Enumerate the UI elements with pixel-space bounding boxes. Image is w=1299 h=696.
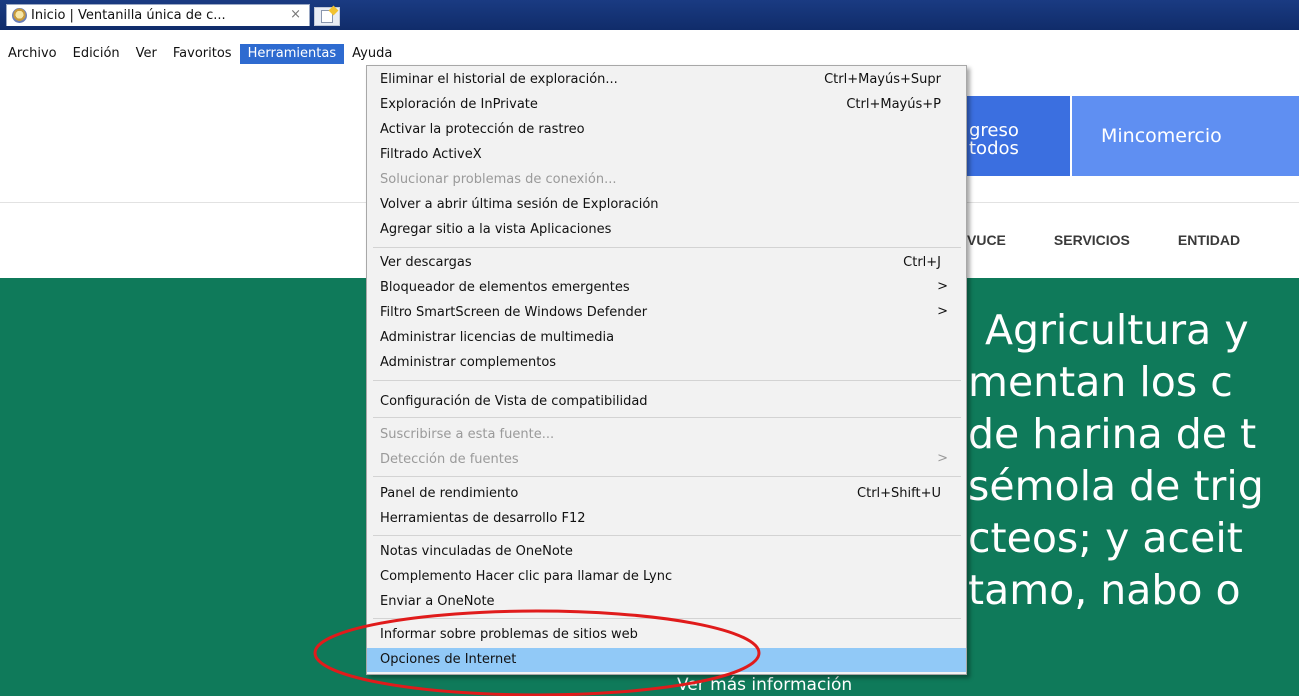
hero-text-line: cteos; y aceit [968,514,1243,562]
tab-title: Inicio | Ventanilla única de c... [31,8,226,23]
menu-item-lync-click-to-call[interactable]: Complemento Hacer clic para llamar de Ly… [367,565,966,589]
menu-item-onenote-notes[interactable]: Notas vinculadas de OneNote [367,540,966,564]
menu-item-label: Exploración de InPrivate [380,97,538,112]
menu-item-media-licenses[interactable]: Administrar licencias de multimedia [367,326,966,350]
mincomercio-label: Mincomercio [1101,125,1222,147]
title-bar: Inicio | Ventanilla única de c... × [0,0,1299,30]
menu-separator [373,247,961,248]
menu-item-label: Opciones de Internet [380,652,517,667]
menu-ver[interactable]: Ver [128,44,165,64]
menu-item-label: Agregar sitio a la vista Aplicaciones [380,222,612,237]
nav-vuce[interactable]: VUCE [967,232,1006,248]
more-info-link[interactable]: Ver más información [677,675,852,695]
submenu-arrow-icon: > [937,451,948,466]
menu-item-label: Enviar a OneNote [380,594,495,609]
menu-item-manage-addons[interactable]: Administrar complementos [367,351,966,375]
submenu-arrow-icon: > [937,304,948,319]
hero-text-line: sémola de trig [968,462,1264,510]
menu-item-tracking-protection[interactable]: Activar la protección de rastreo [367,118,966,142]
menu-item-label: Filtrado ActiveX [380,147,482,162]
menu-item-label: Complemento Hacer clic para llamar de Ly… [380,569,673,584]
menu-item-send-to-onenote[interactable]: Enviar a OneNote [367,590,966,614]
menu-item-reopen-session[interactable]: Volver a abrir última sesión de Explorac… [367,193,966,217]
menu-herramientas[interactable]: Herramientas [239,44,345,64]
menu-separator [373,476,961,477]
progreso-banner[interactable]: greso todos [967,96,1070,176]
menu-item-label: Administrar licencias de multimedia [380,330,615,345]
menu-item-f12-tools[interactable]: Herramientas de desarrollo F12 [367,507,966,531]
menu-item-inprivate[interactable]: Exploración de InPrivate Ctrl+Mayús+P [367,93,966,117]
menu-item-label: Notas vinculadas de OneNote [380,544,573,559]
menu-item-shortcut: Ctrl+Mayús+P [846,97,941,112]
menu-item-shortcut: Ctrl+Mayús+Supr [824,72,941,87]
menu-separator [373,417,961,418]
menu-ayuda[interactable]: Ayuda [344,44,400,64]
menu-item-label: Volver a abrir última sesión de Explorac… [380,197,659,212]
tools-menu: Eliminar el historial de exploración... … [366,65,967,675]
menu-separator [373,535,961,536]
menu-item-label: Eliminar el historial de exploración... [380,72,618,87]
browser-tab[interactable]: Inicio | Ventanilla única de c... × [6,4,310,26]
menu-item-label: Solucionar problemas de conexión... [380,172,617,187]
menu-item-label: Detección de fuentes [380,452,519,467]
menu-separator [373,380,961,381]
mincomercio-link[interactable]: Mincomercio [1072,96,1299,176]
hero-text-line: tamo, nabo o [968,566,1241,614]
menu-item-downloads[interactable]: Ver descargas Ctrl+J [367,251,966,275]
submenu-arrow-icon: > [937,279,948,294]
menu-favoritos[interactable]: Favoritos [165,44,240,64]
menu-item-label: Activar la protección de rastreo [380,122,585,137]
menu-item-subscribe-feed: Suscribirse a esta fuente... [367,423,966,447]
new-tab-button[interactable] [314,7,340,26]
menu-item-smartscreen[interactable]: Filtro SmartScreen de Windows Defender > [367,301,966,325]
menu-item-label: Herramientas de desarrollo F12 [380,511,586,526]
menu-bar: Archivo Edición Ver Favoritos Herramient… [0,44,1299,64]
menu-item-label: Suscribirse a esta fuente... [380,427,555,442]
new-tab-icon [321,10,333,23]
menu-item-compatibility-view[interactable]: Configuración de Vista de compatibilidad [367,390,966,414]
menu-item-shortcut: Ctrl+Shift+U [857,486,941,501]
menu-item-fix-connection: Solucionar problemas de conexión... [367,168,966,192]
site-nav: VUCE SERVICIOS ENTIDAD [967,232,1288,248]
menu-item-delete-history[interactable]: Eliminar el historial de exploración... … [367,68,966,92]
hero-text-line: Agricultura y [985,306,1249,354]
menu-item-label: Bloqueador de elementos emergentes [380,280,630,295]
site-favicon-icon [12,8,27,23]
menu-item-label: Filtro SmartScreen de Windows Defender [380,305,648,320]
menu-item-popup-blocker[interactable]: Bloqueador de elementos emergentes > [367,276,966,300]
hero-text-line: de harina de t [968,410,1257,458]
menu-item-feed-discovery: Detección de fuentes > [367,448,966,472]
menu-item-label: Configuración de Vista de compatibilidad [380,394,648,409]
menu-item-label: Panel de rendimiento [380,486,519,501]
menu-item-report-problems[interactable]: Informar sobre problemas de sitios web [367,623,966,647]
menu-edicion[interactable]: Edición [65,44,128,64]
menu-item-internet-options[interactable]: Opciones de Internet [367,648,966,672]
menu-separator [373,618,961,619]
hero-text-line: mentan los c [968,358,1233,406]
tab-close-icon[interactable]: × [290,7,301,22]
progreso-banner-text: greso todos [969,120,1019,159]
nav-servicios[interactable]: SERVICIOS [1054,232,1130,248]
menu-item-label: Ver descargas [380,255,472,270]
menu-archivo[interactable]: Archivo [0,44,65,64]
menu-item-shortcut: Ctrl+J [903,255,941,270]
menu-item-label: Administrar complementos [380,355,557,370]
menu-item-performance-dashboard[interactable]: Panel de rendimiento Ctrl+Shift+U [367,482,966,506]
nav-entidad[interactable]: ENTIDAD [1178,232,1240,248]
menu-item-activex-filtering[interactable]: Filtrado ActiveX [367,143,966,167]
menu-item-add-to-apps[interactable]: Agregar sitio a la vista Aplicaciones [367,218,966,242]
menu-item-label: Informar sobre problemas de sitios web [380,627,638,642]
